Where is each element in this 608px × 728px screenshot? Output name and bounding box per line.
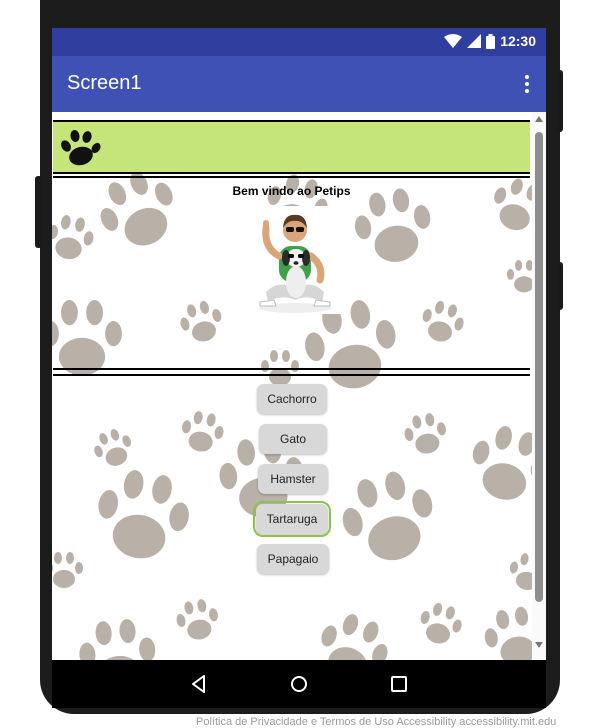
scroll-down-arrow-icon[interactable] xyxy=(535,642,543,648)
tartaruga-button[interactable]: Tartaruga xyxy=(253,501,331,537)
paw-icon xyxy=(61,130,101,166)
wifi-icon xyxy=(444,34,463,48)
more-vert-icon[interactable] xyxy=(520,74,534,94)
back-icon[interactable] xyxy=(187,672,211,696)
screen-title: Screen1 xyxy=(67,72,142,94)
side-button-left xyxy=(35,176,42,248)
papagaio-button[interactable]: Papagaio xyxy=(257,544,329,574)
battery-icon xyxy=(486,33,496,49)
pet-button-section: Cachorro Gato Hamster Tartaruga Papagaio xyxy=(53,374,530,660)
page-footer: Política de Privacidade e Termos de Uso … xyxy=(196,716,557,728)
device-screen: 12:30 Screen1 Bem vindo ao Petips Cachor… xyxy=(52,28,546,708)
scrollbar[interactable] xyxy=(532,112,546,660)
welcome-text: Bem vindo ao Petips xyxy=(232,184,351,198)
home-icon[interactable] xyxy=(287,672,311,696)
hamster-button[interactable]: Hamster xyxy=(258,464,328,494)
signal-icon xyxy=(467,34,482,48)
gato-button[interactable]: Gato xyxy=(259,424,327,454)
welcome-section: Bem vindo ao Petips xyxy=(53,176,530,370)
status-bar: 12:30 xyxy=(52,28,546,56)
scrollbar-thumb[interactable] xyxy=(535,132,543,602)
recents-icon[interactable] xyxy=(387,672,411,696)
header-bar xyxy=(53,120,530,174)
screen-content[interactable]: Bem vindo ao Petips Cachorro Gato Hamste… xyxy=(52,112,546,660)
navigation-bar xyxy=(52,660,546,708)
side-button-right-lower xyxy=(557,262,563,310)
app-bar: Screen1 xyxy=(52,56,546,112)
status-time: 12:30 xyxy=(500,33,536,49)
scroll-up-arrow-icon[interactable] xyxy=(535,116,543,122)
cachorro-button[interactable]: Cachorro xyxy=(257,384,327,414)
side-button-right xyxy=(557,70,563,132)
person-with-dog-avatar xyxy=(246,206,344,314)
